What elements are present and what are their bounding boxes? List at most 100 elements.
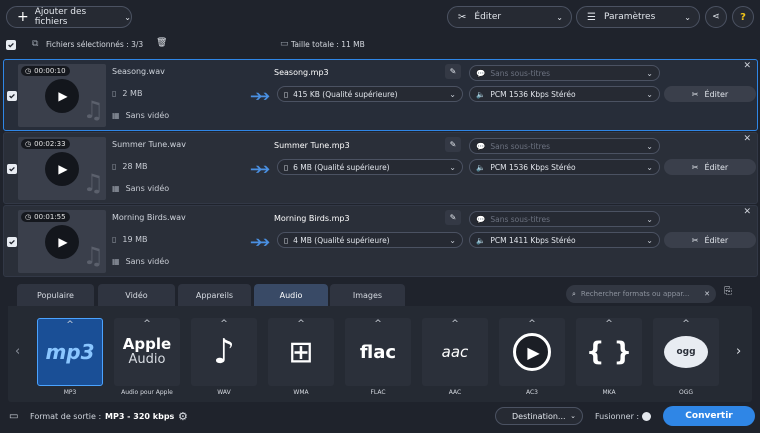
remove-file-icon[interactable]: ✕	[743, 207, 751, 217]
tab-label: Images	[352, 290, 383, 300]
tab-audio[interactable]: Audio	[254, 284, 328, 306]
play-button[interactable]: ▶	[45, 225, 79, 259]
files-selected-label: Fichiers sélectionnés : 3/3	[46, 40, 144, 49]
output-file-name[interactable]: Morning Birds.mp3	[274, 214, 350, 223]
tab-images[interactable]: Images	[330, 284, 405, 306]
destination-button[interactable]: Destination... ⌄	[495, 407, 583, 425]
tab-appareils[interactable]: Appareils	[178, 284, 251, 306]
file-checkbox[interactable]	[7, 237, 17, 247]
sliders-icon: ☰	[587, 11, 596, 23]
share-button[interactable]: ⋖	[705, 6, 727, 28]
file-name: Seasong.wav	[112, 67, 165, 76]
play-icon: ▶	[58, 235, 68, 249]
speaker-icon: 🔈	[476, 235, 486, 245]
remove-file-icon[interactable]: ✕	[743, 61, 751, 71]
audio-track-select[interactable]: 🔈 PCM 1411 Kbps Stéréo ⌄	[469, 232, 660, 248]
device-detect-icon[interactable]: ⎘	[724, 286, 732, 297]
music-note-icon: ♫	[82, 242, 104, 270]
merge-toggle[interactable]	[642, 412, 651, 421]
output-quality-select[interactable]: ▯ 4 MB (Qualité supérieure) ⌄	[277, 232, 463, 248]
video-info: ▦ Sans vidéo	[112, 184, 169, 193]
file-size-value: 19 MB	[122, 235, 148, 244]
format-flac[interactable]: ^ flac	[345, 318, 411, 386]
scissors-icon: ✂	[458, 11, 467, 23]
tab-video[interactable]: Vidéo	[98, 284, 175, 306]
close-icon[interactable]: ✕	[704, 290, 710, 298]
audio-track-select[interactable]: 🔈 PCM 1536 Kbps Stéréo ⌄	[469, 86, 660, 102]
chevron-left-icon[interactable]: ‹	[15, 344, 20, 359]
destination-label: Destination...	[512, 411, 566, 421]
rename-button[interactable]: ✎	[445, 137, 461, 152]
chevron-down-icon: ⌄	[646, 141, 653, 151]
duration-badge: ◷ 00:02:33	[21, 139, 70, 149]
chevron-up-icon[interactable]: ^	[38, 320, 102, 330]
select-all-checkbox[interactable]	[6, 40, 16, 50]
audio-track-value: PCM 1411 Kbps Stéréo	[490, 235, 576, 245]
output-file-name[interactable]: Seasong.mp3	[274, 68, 329, 77]
tab-populaire[interactable]: Populaire	[17, 284, 94, 306]
format-label: MKA	[602, 389, 616, 396]
video-info: ▦ Sans vidéo	[112, 111, 169, 120]
edit-file-button[interactable]: ✂ Éditer	[664, 159, 756, 175]
settings-button[interactable]: ☰ Paramètres ⌄	[576, 6, 700, 28]
format-search[interactable]: ⌕ Rechercher formats ou appar... ✕	[566, 285, 716, 303]
file-row[interactable]: ◷ 00:02:33 ▶ ♫ Summer Tune.wav ▯ 28 MB ▦ Sa…	[3, 132, 758, 204]
chevron-down-icon: ⌄	[646, 235, 653, 245]
format-wav[interactable]: ^ ♪	[191, 318, 257, 386]
file-row[interactable]: ◷ 00:01:55 ▶ ♫ Morning Birds.wav ▯ 19 MB ▦…	[3, 205, 758, 277]
edit-toolbar-button[interactable]: ✂ Éditer ⌄	[447, 6, 572, 28]
format-mp3[interactable]: ^ mp3	[37, 318, 103, 386]
chevron-up-icon[interactable]: ^	[576, 319, 642, 329]
subtitles-select[interactable]: 💬 Sans sous-titres ⌄	[469, 65, 660, 81]
file-thumbnail: ◷ 00:00:10 ▶ ♫	[18, 64, 106, 127]
format-mka[interactable]: ^ { }	[576, 318, 642, 386]
output-file-name[interactable]: Summer Tune.mp3	[274, 141, 350, 150]
output-format-icon: ▭	[9, 411, 19, 422]
chevron-up-icon[interactable]: ^	[499, 319, 565, 329]
play-button[interactable]: ▶	[45, 152, 79, 186]
windows-logo-icon: ⊞	[288, 334, 314, 370]
chevron-up-icon[interactable]: ^	[422, 319, 488, 329]
edit-file-button[interactable]: ✂ Éditer	[664, 86, 756, 102]
subtitles-select[interactable]: 💬 Sans sous-titres ⌄	[469, 138, 660, 154]
file-icon: ▯	[112, 162, 117, 171]
format-label: AC3	[525, 389, 538, 396]
remove-file-icon[interactable]: ✕	[743, 134, 751, 144]
format-audio-pour-apple[interactable]: ^ Apple Audio	[114, 318, 180, 386]
file-checkbox[interactable]	[7, 91, 17, 101]
trash-icon[interactable]: 🗑	[156, 38, 167, 48]
audio-track-select[interactable]: 🔈 PCM 1536 Kbps Stéréo ⌄	[469, 159, 660, 175]
output-quality-select[interactable]: ▯ 6 MB (Qualité supérieure) ⌄	[277, 159, 463, 175]
search-input[interactable]: Rechercher formats ou appar...	[581, 290, 689, 298]
speech-bubble-icon: 💬	[476, 214, 486, 224]
chevron-right-icon[interactable]: ›	[736, 344, 741, 359]
convert-button[interactable]: Convertir	[663, 406, 755, 426]
convert-arrow-icon: ➔➔	[250, 233, 270, 251]
format-label: AAC	[448, 389, 462, 396]
format-aac[interactable]: ^ aac	[422, 318, 488, 386]
check-icon	[8, 42, 14, 48]
mka-braces-icon: { }	[585, 337, 633, 367]
subtitles-select[interactable]: 💬 Sans sous-titres ⌄	[469, 211, 660, 227]
gear-icon[interactable]: ⚙	[178, 410, 188, 423]
chevron-up-icon[interactable]: ^	[114, 319, 180, 329]
file-row[interactable]: ◷ 00:00:10 ▶ ♫ Seasong.wav ▯ 2 MB ▦ Sans vi…	[3, 59, 758, 131]
edit-file-label: Éditer	[704, 235, 729, 245]
rename-button[interactable]: ✎	[445, 210, 461, 225]
format-wma[interactable]: ^⊞wma	[268, 318, 334, 386]
play-button[interactable]: ▶	[45, 79, 79, 113]
file-checkbox[interactable]	[7, 164, 17, 174]
format-ac3[interactable]: ^▶ac3	[499, 318, 565, 386]
chevron-up-icon[interactable]: ^	[191, 319, 257, 329]
rename-button[interactable]: ✎	[445, 64, 461, 79]
help-button[interactable]: ?	[732, 6, 754, 28]
add-files-button[interactable]: + Ajouter des fichiers ⌄	[6, 6, 132, 28]
file-icon: ▯	[112, 235, 117, 244]
edit-file-button[interactable]: ✂ Éditer	[664, 232, 756, 248]
chevron-up-icon[interactable]: ^	[653, 319, 719, 329]
format-ogg[interactable]: ^ ogg	[653, 318, 719, 386]
subtitles-value: Sans sous-titres	[490, 141, 551, 151]
chevron-up-icon[interactable]: ^	[345, 319, 411, 329]
chevron-up-icon[interactable]: ^	[268, 319, 334, 329]
output-quality-select[interactable]: ▯ 415 KB (Qualité supérieure) ⌄	[277, 86, 463, 102]
